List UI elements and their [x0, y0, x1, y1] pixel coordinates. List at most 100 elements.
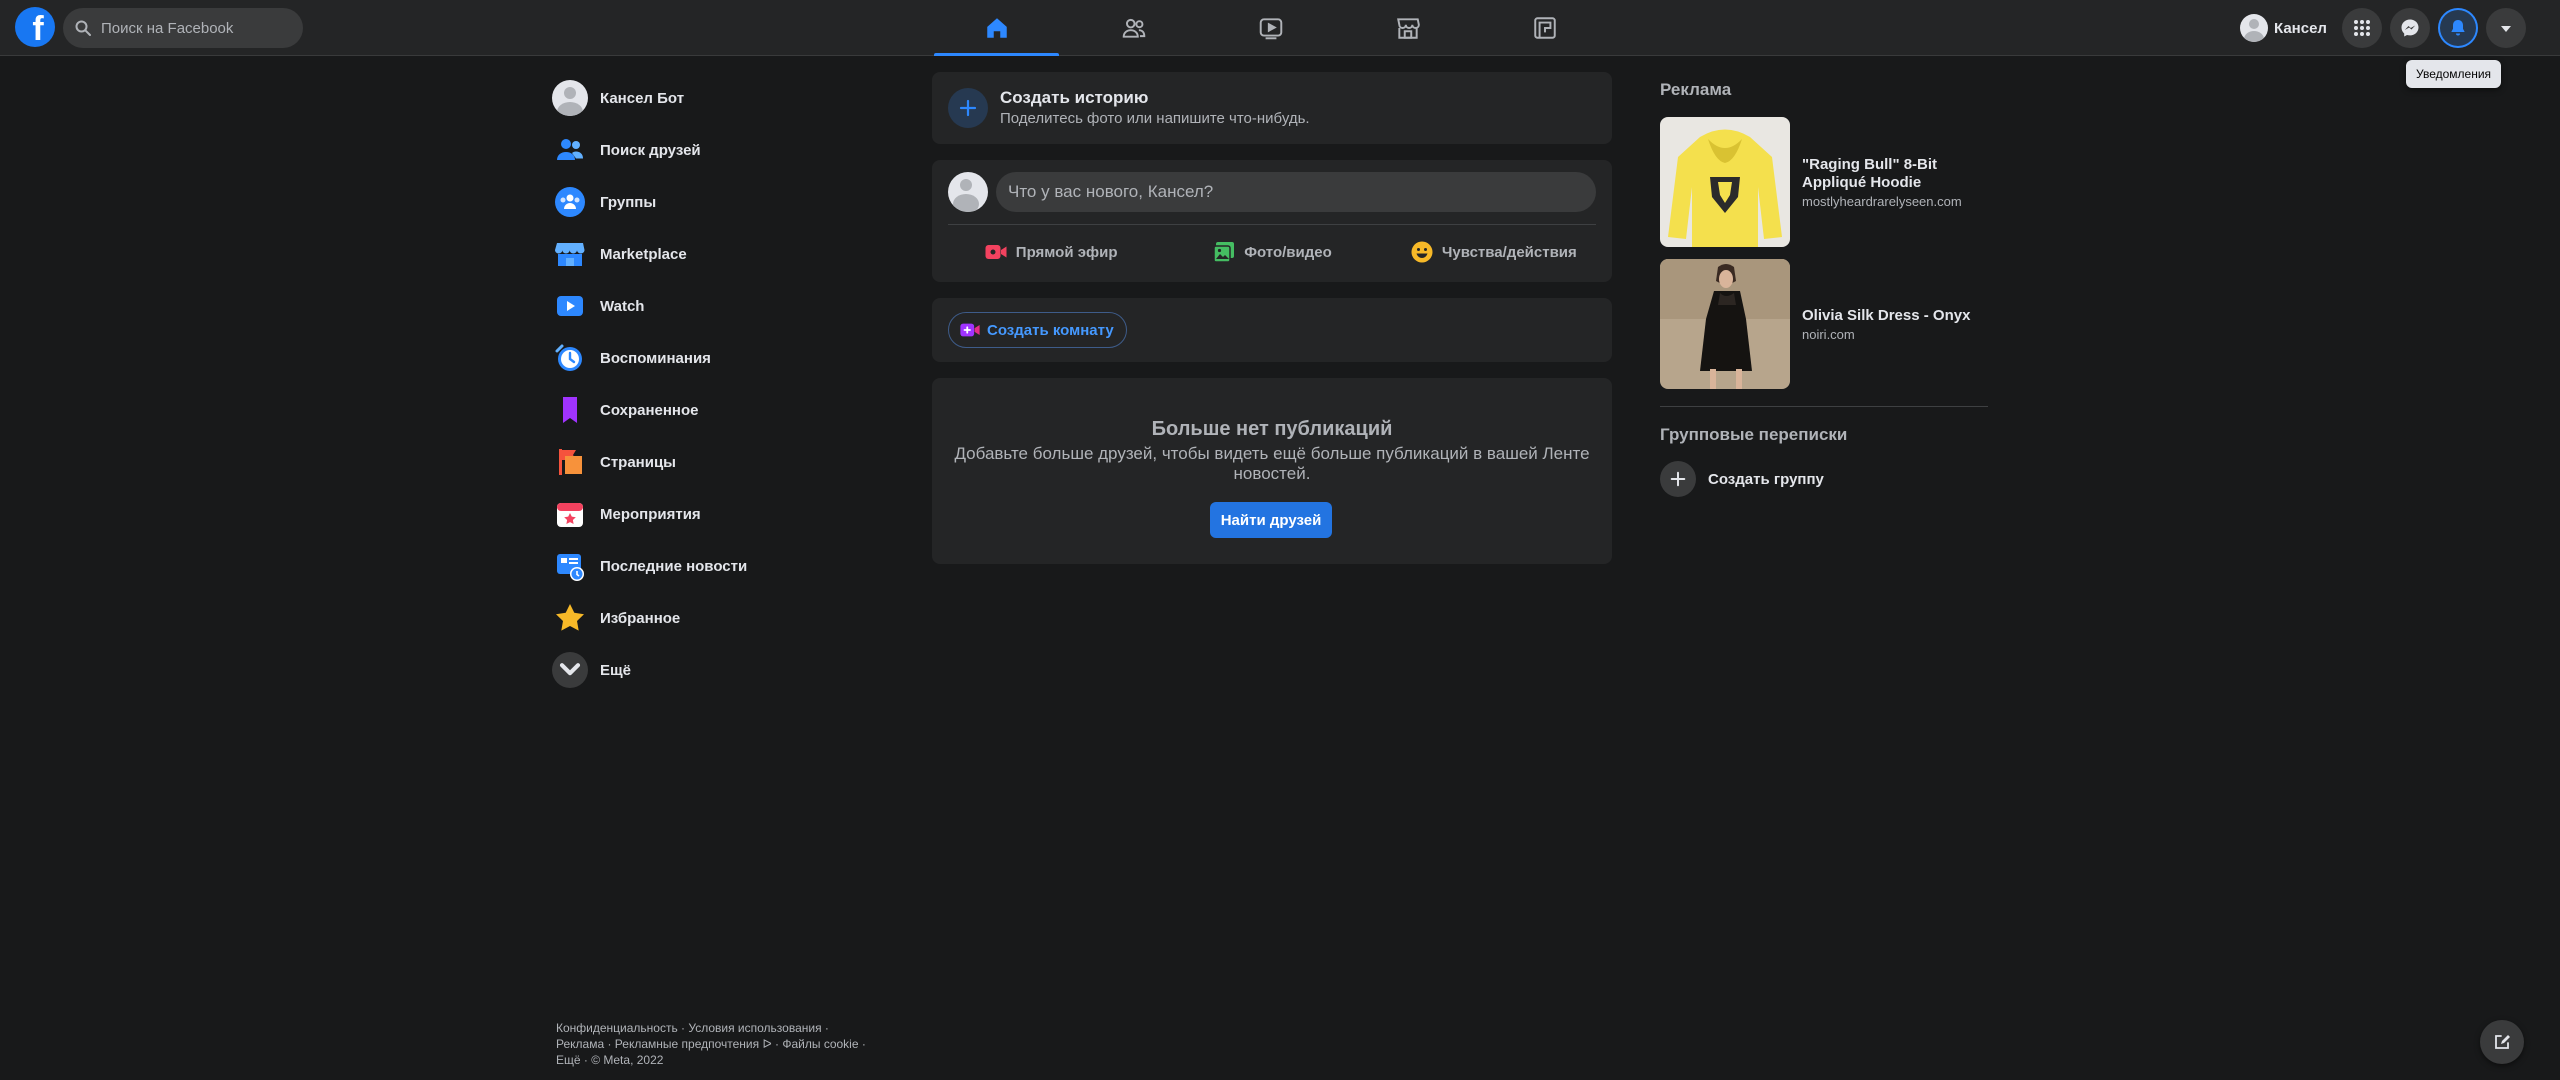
facebook-logo[interactable]: f — [15, 7, 55, 47]
post-composer: Что у вас нового, Кансел? Прямой эфир Фо… — [932, 160, 1612, 282]
avatar — [2240, 14, 2268, 42]
tab-home[interactable] — [934, 0, 1059, 56]
group-chats-title: Групповые переписки — [1660, 425, 1848, 444]
footer-links[interactable]: Конфиденциальность · Условия использован… — [556, 1020, 896, 1068]
new-message-button[interactable] — [2480, 1020, 2524, 1064]
sidebar-icon-wrap — [552, 652, 588, 688]
top-navigation-bar: f Поиск на Facebook Кансел — [0, 0, 2560, 56]
search-box[interactable] — [63, 8, 303, 48]
composer-input[interactable]: Что у вас нового, Кансел? — [996, 172, 1596, 212]
sidebar-item-profile[interactable]: Кансел Бот — [552, 72, 872, 124]
sidebar-item-memories[interactable]: Воспоминания — [552, 332, 872, 384]
ad-title[interactable]: Olivia Silk Dress - Onyx — [1802, 307, 1970, 325]
menu-button[interactable] — [2342, 8, 2382, 48]
profile-name: Кансел — [2274, 19, 2327, 37]
sidebar-item-find-friends[interactable]: Поиск друзей — [552, 124, 872, 176]
feeling-icon — [1411, 241, 1433, 263]
rooms-card: Создать комнату — [932, 298, 1612, 362]
right-rail: Реклама "Raging Bull" 8-Bit Appliqué Hoo… — [1660, 72, 1988, 505]
sidebar-icon-wrap — [552, 236, 588, 272]
create-room-button[interactable]: Создать комнату — [948, 312, 1127, 348]
sidebar-item-label: Сохраненное — [600, 401, 699, 419]
tab-gaming[interactable] — [1482, 0, 1607, 56]
sidebar-item-label: Marketplace — [600, 245, 687, 263]
tab-watch[interactable] — [1208, 0, 1333, 56]
messenger-button[interactable] — [2390, 8, 2430, 48]
sidebar-item-groups[interactable]: Группы — [552, 176, 872, 228]
memories-icon — [555, 344, 582, 371]
messenger-icon — [2401, 19, 2419, 37]
divider — [1660, 406, 1988, 407]
sidebar-icon-wrap — [552, 392, 588, 428]
live-video-button[interactable]: Прямой эфир — [940, 232, 1161, 272]
compose-icon — [2495, 1035, 2510, 1049]
ad-text: "Raging Bull" 8-Bit Appliqué Hoodie most… — [1802, 156, 1988, 209]
footer-line[interactable]: Ещё · © Meta, 2022 — [556, 1052, 896, 1068]
sidebar-item-events[interactable]: Мероприятия — [552, 488, 872, 540]
marketplace-icon — [1396, 18, 1420, 39]
sidebar-item-marketplace[interactable]: Marketplace — [552, 228, 872, 280]
tab-friends[interactable] — [1071, 0, 1196, 56]
sidebar-icon-wrap — [552, 600, 588, 636]
find-friends-button[interactable]: Найти друзей — [1210, 502, 1332, 538]
chevron-down-icon — [559, 663, 581, 676]
caret-down-icon — [2501, 26, 2511, 32]
ad-image-hoodie[interactable] — [1660, 117, 1790, 247]
left-sidebar: Кансел Бот Поиск друзей Группы Marketpla… — [552, 72, 872, 696]
notifications-button[interactable] — [2438, 8, 2478, 48]
sidebar-icon-wrap — [552, 340, 588, 376]
menu-grid-icon — [2354, 20, 2370, 36]
sidebar-item-favorites[interactable]: Избранное — [552, 592, 872, 644]
sidebar-icon-wrap — [552, 80, 588, 116]
home-icon — [986, 18, 1007, 38]
more-circle — [552, 652, 588, 688]
gaming-icon — [1533, 17, 1556, 39]
create-story-card[interactable]: Создать историю Поделитесь фото или напи… — [932, 72, 1612, 144]
feeling-activity-button[interactable]: Чувства/действия — [1383, 232, 1604, 272]
sidebar-item-label: Мероприятия — [600, 505, 701, 523]
sidebar-item-more[interactable]: Ещё — [552, 644, 872, 696]
search-icon — [75, 20, 91, 36]
main-nav-tabs — [934, 0, 1619, 56]
sidebar-item-pages[interactable]: Страницы — [552, 436, 872, 488]
pages-icon — [559, 449, 582, 475]
sidebar-item-recent-news[interactable]: Последние новости — [552, 540, 872, 592]
create-group-button[interactable]: Создать группу — [1660, 453, 1988, 505]
avatar[interactable] — [948, 172, 988, 212]
create-story-title: Создать историю — [1000, 88, 1149, 107]
sidebar-icon-wrap — [552, 288, 588, 324]
sidebar-item-label: Поиск друзей — [600, 141, 701, 159]
search-input[interactable] — [99, 18, 293, 38]
ad-text: Olivia Silk Dress - Onyx noiri.com — [1802, 307, 1970, 342]
empty-description: Добавьте больше друзей, чтобы видеть ещё… — [954, 444, 1590, 483]
friends-icon — [557, 139, 583, 160]
sidebar-item-label: Страницы — [600, 453, 676, 471]
sidebar-item-saved[interactable]: Сохраненное — [552, 384, 872, 436]
footer-line[interactable]: Реклама · Рекламные предпочтения ᐅ · Фай… — [556, 1036, 896, 1052]
composer-actions: Прямой эфир Фото/видео Чувства/действия — [940, 232, 1604, 272]
create-group-label: Создать группу — [1708, 470, 1824, 488]
room-video-icon — [960, 323, 980, 337]
no-more-posts-card: Больше нет публикаций Добавьте больше др… — [932, 378, 1612, 564]
profile-button[interactable]: Кансел — [2238, 12, 2335, 44]
watch-icon — [1259, 18, 1282, 40]
sidebar-icon-wrap — [552, 496, 588, 532]
sidebar-item-watch[interactable]: Watch — [552, 280, 872, 332]
footer-line[interactable]: Конфиденциальность · Условия использован… — [556, 1020, 896, 1036]
ad-domain: mostlyheardrarelyseen.com — [1802, 193, 1962, 209]
sponsored-ad[interactable]: "Raging Bull" 8-Bit Appliqué Hoodie most… — [1660, 114, 1988, 250]
sidebar-item-label: Воспоминания — [600, 349, 711, 367]
action-label: Чувства/действия — [1441, 243, 1577, 261]
marketplace-icon — [555, 243, 585, 266]
ad-title[interactable]: "Raging Bull" 8-Bit Appliqué Hoodie — [1802, 156, 1988, 192]
tab-marketplace[interactable] — [1345, 0, 1470, 56]
photo-video-button[interactable]: Фото/видео — [1161, 232, 1382, 272]
bell-icon — [2451, 20, 2465, 36]
ad-image-dress[interactable] — [1660, 259, 1790, 389]
create-story-subtitle: Поделитесь фото или напишите что-нибудь. — [1000, 110, 1310, 127]
ads-section-title: Реклама — [1660, 80, 1732, 99]
empty-title: Больше нет публикаций — [1151, 418, 1393, 440]
account-menu-button[interactable] — [2486, 8, 2526, 48]
sponsored-ad[interactable]: Olivia Silk Dress - Onyx noiri.com — [1660, 256, 1988, 392]
notifications-tooltip: Уведомления — [2406, 60, 2502, 88]
